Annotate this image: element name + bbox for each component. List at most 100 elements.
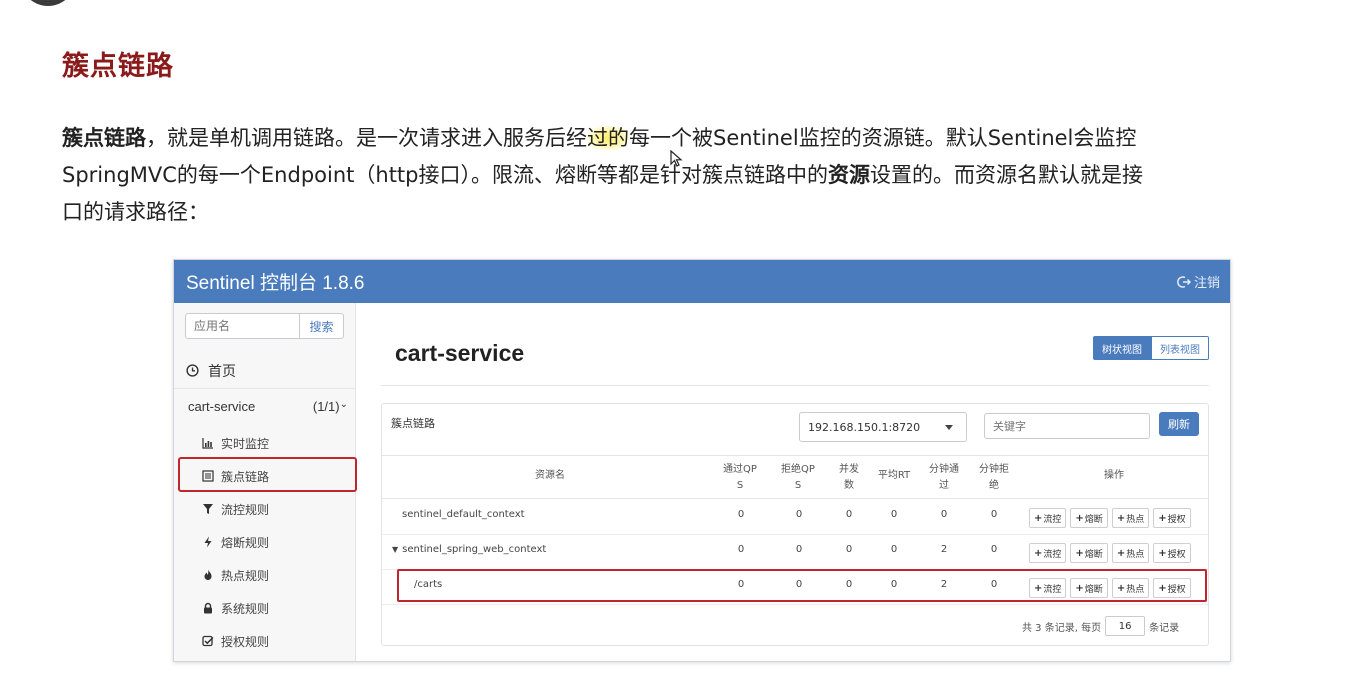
cell-pass: 0 <box>737 544 745 555</box>
corner-decoration <box>20 0 76 6</box>
col-text: S <box>736 480 744 491</box>
cell-conc: 0 <box>845 509 853 520</box>
col-text: 分钟拒 <box>979 464 1009 475</box>
highlight-box <box>178 457 357 492</box>
panel-label: 簇点链路 <box>391 417 435 430</box>
cell-pass: 0 <box>737 509 745 520</box>
add-auth-rule-button[interactable]: + 授权 <box>1153 543 1191 563</box>
main-content: cart-service 树状视图 列表视图 簇点链路 192.168.150.… <box>381 303 1209 661</box>
sidebar-item-label: 熔断规则 <box>221 535 270 550</box>
cell-min-pass: 0 <box>940 509 948 520</box>
table-header: 资源名 通过QP S 拒绝QP S 并发数 平均RT 分钟通过 分钟拒绝 操作 <box>382 455 1208 499</box>
sidebar-item-system-rules[interactable]: 系统规则 <box>202 596 352 620</box>
col-concurrency: 并发数 <box>832 462 866 494</box>
sidebar-item-degrade-rules[interactable]: 熔断规则 <box>202 530 352 554</box>
refresh-button[interactable]: 刷新 <box>1159 412 1199 436</box>
pager-suffix: 条记录 <box>1149 622 1180 634</box>
machine-select[interactable]: 192.168.150.1:8720 <box>799 412 967 442</box>
add-flow-rule-button[interactable]: + 流控 <box>1029 543 1067 563</box>
text-span: ，就是单机调用链路。是一次请求进入服务后经 <box>146 126 587 150</box>
search-button[interactable]: 搜索 <box>300 313 344 339</box>
sidebar-item-label: 流控规则 <box>221 502 270 517</box>
pagination: 共 3 条记录, 每页 条记录 <box>1022 616 1179 636</box>
app-search-input[interactable] <box>185 313 300 339</box>
article-body: 簇点链路，就是单机调用链路。是一次请求进入服务后经过的每一个被Sentinel监… <box>62 120 1302 231</box>
col-pass-qps: 通过QP S <box>716 462 764 494</box>
sidebar-item-label: 热点规则 <box>221 568 270 583</box>
add-degrade-rule-button[interactable]: + 熔断 <box>1070 543 1108 563</box>
plus-icon: + <box>1116 512 1126 524</box>
service-count: (1/1)⌄ <box>313 399 348 414</box>
clock-icon <box>186 364 199 377</box>
page-size-input[interactable] <box>1105 616 1146 636</box>
plus-icon: + <box>1034 547 1043 559</box>
col-minute-block: 分钟拒绝 <box>972 462 1016 494</box>
sidebar-item-realtime[interactable]: 实时监控 <box>202 431 352 455</box>
op-label: 熔断 <box>1084 514 1103 525</box>
add-flow-rule-button[interactable]: + 流控 <box>1029 508 1067 528</box>
logout-label: 注销 <box>1193 276 1220 291</box>
highlight-box <box>397 569 1207 602</box>
bold-term: 资源 <box>828 163 870 187</box>
col-text: 并发 <box>839 464 859 475</box>
sidebar-item-flow-rules[interactable]: 流控规则 <box>202 497 352 521</box>
cluster-link-panel: 簇点链路 192.168.150.1:8720 刷新 资源名 通过QP S 拒绝Q… <box>381 403 1209 646</box>
op-label: 熔断 <box>1084 549 1103 560</box>
view-toggle: 树状视图 列表视图 <box>1093 336 1209 360</box>
keyword-input[interactable] <box>984 413 1150 439</box>
cell-block: 0 <box>795 509 803 520</box>
col-text: 数 <box>844 480 854 491</box>
col-text: 分钟通 <box>929 464 959 475</box>
sidebar-item-auth-rules[interactable]: 授权规则 <box>202 629 352 653</box>
col-ops: 操作 <box>1104 470 1124 481</box>
sidebar-item-label: 系统规则 <box>221 601 270 616</box>
service-name: cart-service <box>188 399 256 414</box>
col-text: 绝 <box>989 480 999 491</box>
machine-select-value: 192.168.150.1:8720 <box>808 420 921 434</box>
op-label: 授权 <box>1167 549 1186 560</box>
sidebar-service-cart[interactable]: cart-service (1/1)⌄ <box>188 399 348 414</box>
col-text: 过 <box>939 480 949 491</box>
col-avg-rt: 平均RT <box>877 470 911 481</box>
logout-icon <box>1177 275 1191 288</box>
cell-block: 0 <box>795 544 803 555</box>
mouse-cursor-icon <box>670 150 683 167</box>
sidebar-item-label: 授权规则 <box>221 634 270 649</box>
col-text: S <box>794 480 802 491</box>
row-ops: + 流控 + 熔断 + 热点 + 授权 <box>1029 543 1191 563</box>
lock-icon <box>202 602 214 614</box>
divider <box>381 385 1209 386</box>
sidebar-item-hot-rules[interactable]: 热点规则 <box>202 563 352 587</box>
row-ops: + 流控 + 熔断 + 热点 + 授权 <box>1029 508 1191 528</box>
cell-min-pass: 2 <box>940 544 948 555</box>
op-label: 流控 <box>1043 514 1062 525</box>
add-degrade-rule-button[interactable]: + 熔断 <box>1070 508 1108 528</box>
app-title: Sentinel 控制台 1.8.6 <box>186 273 365 294</box>
col-minute-pass: 分钟通过 <box>922 462 966 494</box>
sidebar-item-label: 实时监控 <box>221 436 270 451</box>
add-hot-rule-button[interactable]: + 热点 <box>1111 543 1150 563</box>
text-span: 口的请求路径： <box>62 200 209 224</box>
bar-chart-icon <box>202 437 214 449</box>
tree-view-button[interactable]: 树状视图 <box>1093 336 1151 360</box>
add-hot-rule-button[interactable]: + 热点 <box>1111 508 1150 528</box>
caret-down-icon <box>945 425 953 430</box>
filter-icon <box>202 503 214 515</box>
pager-prefix: 共 3 条记录, 每页 <box>1022 622 1102 634</box>
service-count-text: (1/1) <box>312 399 340 414</box>
op-label: 授权 <box>1167 514 1186 525</box>
plus-icon: + <box>1075 512 1084 524</box>
sidebar-item-home[interactable]: 首页 <box>174 353 355 389</box>
list-view-button[interactable]: 列表视图 <box>1151 336 1209 360</box>
logout-link[interactable]: 注销 <box>1177 272 1220 291</box>
table-row: sentinel_default_context 0 0 0 0 0 0 + 流控… <box>382 500 1208 535</box>
add-auth-rule-button[interactable]: + 授权 <box>1153 508 1191 528</box>
caret-down-icon[interactable]: ▼ <box>392 545 398 554</box>
cell-min-block: 0 <box>990 544 998 555</box>
cell-conc: 0 <box>845 544 853 555</box>
col-block-qps: 拒绝QP S <box>774 462 822 494</box>
text-span: SpringMVC的每一个Endpoint（http接口）。限流、熔断等都是针对… <box>62 163 828 187</box>
resource-name: ▼ sentinel_spring_web_context <box>392 544 546 555</box>
plus-icon: + <box>1116 547 1126 559</box>
plus-icon: + <box>1034 512 1043 524</box>
